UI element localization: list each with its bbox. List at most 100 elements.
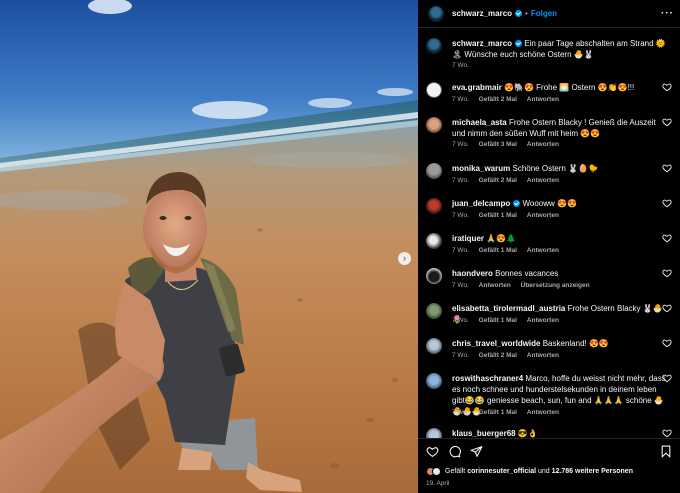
beach-selfie-image bbox=[0, 0, 418, 493]
caption-age: 7 Wo. bbox=[452, 62, 469, 69]
post-header: schwarz_marco • Folgen ··· bbox=[418, 0, 680, 28]
author-username[interactable]: schwarz_marco bbox=[452, 9, 512, 18]
comment-icon[interactable] bbox=[448, 445, 461, 458]
caption-username[interactable]: schwarz_marco bbox=[452, 39, 512, 48]
comment-meta: 7 Wo. Antworten Übersetzung anzeigen bbox=[452, 282, 598, 289]
comment-likes-link[interactable]: Gefällt 1 Mal bbox=[479, 317, 517, 324]
comment-meta: 7 Wo. Gefällt 3 Mal Antworten bbox=[452, 141, 567, 148]
heart-icon[interactable] bbox=[662, 82, 672, 92]
commenter-avatar[interactable] bbox=[426, 82, 442, 98]
heart-icon[interactable] bbox=[426, 445, 439, 458]
comment-likes-link[interactable]: Gefällt 1 Mal bbox=[479, 247, 517, 254]
commenter-avatar[interactable] bbox=[426, 373, 442, 389]
reply-button[interactable]: Antworten bbox=[527, 177, 559, 184]
bookmark-icon[interactable] bbox=[660, 445, 672, 458]
comment-username[interactable]: juan_delcampo bbox=[452, 199, 510, 208]
comment-likes-link[interactable]: Gefällt 1 Mal bbox=[479, 409, 517, 416]
liker-avatar[interactable] bbox=[432, 467, 441, 476]
likes-summary: Gefällt corinnesuter_official und 12.786… bbox=[426, 467, 633, 476]
heart-icon[interactable] bbox=[662, 233, 672, 243]
heart-icon[interactable] bbox=[662, 268, 672, 278]
heart-icon[interactable] bbox=[662, 338, 672, 348]
comment-likes-link[interactable]: Gefällt 2 Mal bbox=[479, 177, 517, 184]
post-photo[interactable]: › bbox=[0, 0, 418, 493]
comment-username[interactable]: iratiquer bbox=[452, 234, 484, 243]
comment-age: 7 Wo. bbox=[452, 409, 469, 416]
reply-button[interactable]: Antworten bbox=[527, 352, 559, 359]
heart-icon[interactable] bbox=[662, 117, 672, 127]
commenter-avatar[interactable] bbox=[426, 428, 442, 438]
comment-text: 😍🐘😍 Frohe 🌅 Ostern 😍👏😍!!! bbox=[504, 83, 635, 92]
commenter-avatar[interactable] bbox=[426, 163, 442, 179]
comment-username[interactable]: elisabetta_tirolermadl_austria bbox=[452, 304, 565, 313]
comment-age: 7 Wo. bbox=[452, 282, 469, 289]
instagram-post-view: › schwarz_marco • Folgen ··· schwarz_mar… bbox=[0, 0, 680, 493]
comment-text: Woooww 😍😍 bbox=[522, 199, 577, 208]
comment-username[interactable]: roswithaschraner4 bbox=[452, 374, 523, 383]
share-icon[interactable] bbox=[470, 445, 483, 458]
translate-button[interactable]: Übersetzung anzeigen bbox=[521, 282, 590, 289]
comment-body: klaus_buerger68 😎👌 bbox=[452, 428, 666, 438]
commenter-avatar[interactable] bbox=[426, 338, 442, 354]
comment-username[interactable]: eva.grabmair bbox=[452, 83, 502, 92]
comment-username[interactable]: chris_travel_worldwide bbox=[452, 339, 540, 348]
comment-text: Baskenland! 😍😍 bbox=[542, 339, 609, 348]
comment-likes-link[interactable]: Gefällt 1 Mal bbox=[479, 212, 517, 219]
heart-icon[interactable] bbox=[662, 198, 672, 208]
heart-icon[interactable] bbox=[662, 373, 672, 383]
comment-username[interactable]: klaus_buerger68 bbox=[452, 429, 516, 438]
comment-text: Bonnes vacances bbox=[495, 269, 559, 278]
comment-age: 7 Wo. bbox=[452, 352, 469, 359]
author-avatar[interactable] bbox=[428, 5, 444, 22]
post-date: 19. April bbox=[426, 480, 450, 487]
next-image-button[interactable]: › bbox=[398, 252, 411, 265]
verified-badge-icon bbox=[515, 10, 523, 17]
comment-age: 7 Wo. bbox=[452, 247, 469, 254]
comment-meta: 7 Wo. Gefällt 1 Mal Antworten bbox=[452, 247, 567, 254]
follow-button[interactable]: Folgen bbox=[531, 9, 557, 18]
commenter-avatar[interactable] bbox=[426, 268, 442, 284]
comment-text: 😎👌 bbox=[517, 429, 538, 438]
caption-body: schwarz_marco Ein paar Tage abschalten a… bbox=[452, 38, 666, 60]
heart-icon[interactable] bbox=[662, 428, 672, 438]
likes-count-link[interactable]: 12.786 weitere Personen bbox=[552, 468, 633, 475]
caption-meta: 7 Wo. bbox=[452, 62, 477, 69]
action-icons bbox=[426, 445, 483, 458]
chevron-right-icon: › bbox=[403, 253, 406, 263]
commenter-avatar[interactable] bbox=[426, 117, 442, 133]
commenter-avatar[interactable] bbox=[426, 233, 442, 249]
comment-age: 7 Wo. bbox=[452, 177, 469, 184]
liker-username[interactable]: corinnesuter_official bbox=[467, 468, 536, 475]
comment-text: 🙏😍🌲 bbox=[486, 234, 517, 243]
comment-body: chris_travel_worldwide Baskenland! 😍😍 bbox=[452, 338, 666, 349]
comment-likes-link[interactable]: Gefällt 2 Mal bbox=[479, 352, 517, 359]
reply-button[interactable]: Antworten bbox=[527, 141, 559, 148]
comments-feed[interactable]: schwarz_marco Ein paar Tage abschalten a… bbox=[418, 28, 680, 438]
comment-body: monika_warum Schöne Ostern 🐰🥚🐤 bbox=[452, 163, 666, 174]
more-options-button[interactable]: ··· bbox=[661, 8, 674, 19]
heart-icon[interactable] bbox=[662, 163, 672, 173]
comment-text: Schöne Ostern 🐰🥚🐤 bbox=[512, 164, 598, 173]
comment-username[interactable]: haondvero bbox=[452, 269, 493, 278]
comment-age: 7 Wo. bbox=[452, 141, 469, 148]
reply-button[interactable]: Antworten bbox=[527, 96, 559, 103]
comment-meta: 7 Wo. Gefällt 1 Mal Antworten bbox=[452, 409, 567, 416]
comment-body: michaela_asta Frohe Ostern Blacky ! Geni… bbox=[452, 117, 666, 139]
comment-age: 7 Wo. bbox=[452, 96, 469, 103]
reply-button[interactable]: Antworten bbox=[527, 212, 559, 219]
commenter-avatar[interactable] bbox=[426, 198, 442, 214]
commenter-avatar[interactable] bbox=[426, 303, 442, 319]
comment-username[interactable]: michaela_asta bbox=[452, 118, 507, 127]
comment-likes-link[interactable]: Gefällt 3 Mal bbox=[479, 141, 517, 148]
reply-button[interactable]: Antworten bbox=[527, 317, 559, 324]
heart-icon[interactable] bbox=[662, 303, 672, 313]
comment-meta: 7 Wo. Gefällt 2 Mal Antworten bbox=[452, 96, 567, 103]
author-avatar[interactable] bbox=[426, 38, 442, 54]
comment-age: 7 Wo. bbox=[452, 317, 469, 324]
comment-likes-link[interactable]: Gefällt 2 Mal bbox=[479, 96, 517, 103]
reply-button[interactable]: Antworten bbox=[527, 247, 559, 254]
reply-button[interactable]: Antworten bbox=[479, 282, 511, 289]
likes-prefix: Gefällt bbox=[445, 468, 466, 475]
reply-button[interactable]: Antworten bbox=[527, 409, 559, 416]
comment-username[interactable]: monika_warum bbox=[452, 164, 510, 173]
